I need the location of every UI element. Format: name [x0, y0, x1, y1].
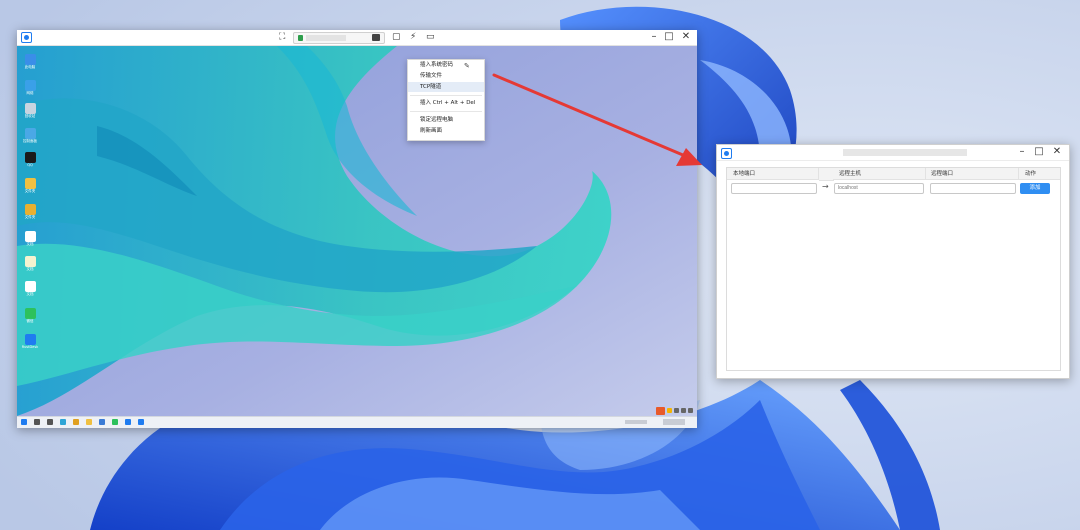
remote-host-input[interactable] — [834, 183, 924, 194]
local-port-input[interactable] — [731, 183, 817, 194]
column-local-port: 本地端口 — [727, 168, 819, 180]
column-remote-host: 远程主机 — [833, 168, 926, 180]
tcp-tunnel-table: 本地端口 远程主机 远程端口 动作 → 添加 — [726, 167, 1061, 371]
remote-port-input[interactable] — [930, 183, 1016, 194]
arrow-right-icon: → — [822, 182, 829, 191]
tcp-tunnel-window: – □ ✕ 本地端口 远程主机 远程端口 动作 → 添加 — [716, 144, 1070, 379]
column-remote-port: 远程端口 — [926, 168, 1019, 180]
window-title-blurred — [843, 149, 967, 156]
column-arrow — [819, 168, 834, 181]
maximize-button[interactable]: □ — [1032, 146, 1046, 158]
add-button[interactable]: 添加 — [1020, 183, 1050, 194]
tcp-titlebar: – □ ✕ — [717, 145, 1069, 161]
minimize-button[interactable]: – — [1015, 146, 1029, 158]
rustdesk-app-icon — [721, 148, 732, 159]
close-button[interactable]: ✕ — [1050, 146, 1064, 158]
column-action: 动作 — [1019, 168, 1060, 180]
